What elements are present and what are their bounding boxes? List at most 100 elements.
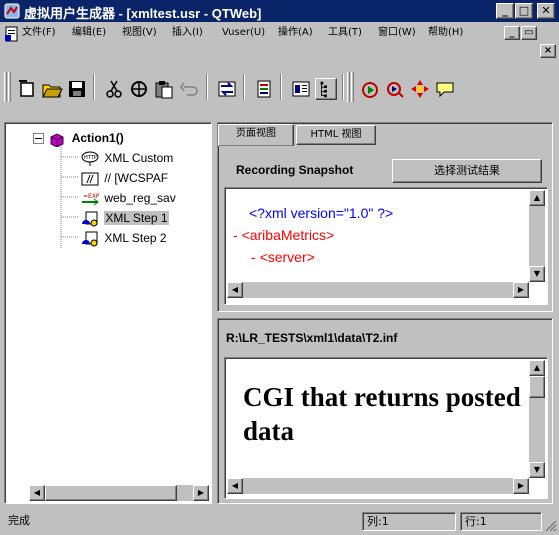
script-tree-pane[interactable]: Action1() HTTP XML Custom // [WCSPAF =EX… — [4, 122, 212, 504]
undo-icon[interactable] — [178, 78, 200, 100]
collapse-icon[interactable] — [33, 131, 45, 147]
tree-item-comment[interactable]: // [WCSPAF — [81, 169, 168, 189]
mdi-close-button[interactable]: × — [540, 44, 556, 58]
script-view-icon[interactable] — [290, 78, 312, 100]
result-view-frame: CGI that returns posted data ▲ ▼ ◀ ▶ — [224, 357, 548, 499]
tab-html-view[interactable]: HTML 视图 — [296, 125, 376, 145]
comment-step-icon — [81, 171, 101, 187]
toolbar-separator — [243, 74, 245, 100]
tree-item-xml-custom[interactable]: HTTP XML Custom — [81, 149, 173, 169]
toolbar-grip[interactable] — [351, 72, 354, 102]
paste-icon[interactable] — [153, 78, 175, 100]
tree-view-icon[interactable] — [253, 78, 275, 100]
new-script-icon[interactable] — [16, 78, 38, 100]
select-test-result-button[interactable]: 选择测试结果 — [392, 159, 542, 183]
toolbar-separator — [280, 74, 282, 100]
tree-item-xml-step-2[interactable]: XML Step 2 — [81, 229, 167, 249]
save-icon[interactable] — [66, 78, 88, 100]
tab-page-view[interactable]: 页面视图 — [218, 124, 294, 146]
tree-item-label: XML Step 2 — [104, 231, 167, 245]
tree-horizontal-scrollbar[interactable]: ◀ ▶ — [29, 485, 209, 501]
tree-item-label: web_reg_sav — [104, 191, 176, 205]
close-button[interactable]: ✕ — [537, 3, 555, 19]
scroll-up-arrow-icon[interactable]: ▲ — [529, 190, 545, 206]
snapshot-pane: 页面视图 HTML 视图 Recording Snapshot 选择测试结果 <… — [217, 122, 553, 312]
script-tree[interactable]: Action1() HTTP XML Custom // [WCSPAF =EX… — [7, 125, 209, 481]
tree-item-label: // [WCSPAF — [104, 171, 169, 185]
menu-tools[interactable]: 工具(T) — [328, 26, 362, 40]
scroll-down-arrow-icon[interactable]: ▼ — [529, 462, 545, 478]
status-row: 行:1 — [460, 512, 542, 531]
status-bar: 完成 列:1 行:1 — [0, 508, 559, 535]
menu-view[interactable]: 视图(V) — [122, 26, 157, 40]
xml-element-server: <server> — [259, 249, 315, 265]
scroll-down-arrow-icon[interactable]: ▼ — [529, 266, 545, 282]
scroll-left-arrow-icon[interactable]: ◀ — [227, 282, 243, 298]
result-horizontal-scrollbar[interactable]: ◀ ▶ — [227, 478, 529, 494]
toolbar-grip[interactable] — [8, 72, 11, 102]
toolbar-separator — [342, 74, 344, 100]
run-icon[interactable] — [359, 78, 381, 100]
resize-grip-icon[interactable] — [543, 518, 557, 532]
menu-bar: 文件(F) 编辑(E) 视图(V) 插入(I) Vuser(U) 操作(A) 工… — [0, 22, 559, 62]
thumbnail-view-icon[interactable] — [315, 78, 337, 100]
result-content-view[interactable]: CGI that returns posted data — [227, 360, 529, 478]
tree-item-xml-step-1[interactable]: XML Step 1 — [81, 209, 169, 229]
breakpoint-icon[interactable] — [409, 78, 431, 100]
xml-view[interactable]: <?xml version="1.0" ?> - <aribaMetrics> … — [227, 190, 529, 282]
xml-declaration: <?xml version="1.0" ?> — [249, 205, 394, 221]
svg-text:HTTP: HTTP — [84, 155, 97, 161]
scrollbar-thumb[interactable] — [45, 485, 177, 501]
toolbar-separator — [206, 74, 208, 100]
copy-icon[interactable] — [128, 78, 150, 100]
recording-snapshot-label: Recording Snapshot — [236, 163, 354, 177]
svg-text:=EXP: =EXP — [83, 193, 99, 200]
menu-file[interactable]: 文件(F) — [22, 26, 56, 40]
scroll-up-arrow-icon[interactable]: ▲ — [529, 360, 545, 376]
menu-actions[interactable]: 操作(A) — [278, 26, 313, 40]
title-bar[interactable]: 虚拟用户生成器 - [xmltest.usr - QTWeb] _ □ ✕ — [0, 0, 559, 22]
status-text: 完成 — [8, 514, 30, 527]
scroll-left-arrow-icon[interactable]: ◀ — [227, 478, 243, 494]
mdi-restore-button[interactable]: ▭ — [521, 26, 537, 40]
minimize-button[interactable]: _ — [496, 3, 514, 19]
xml-vertical-scrollbar[interactable]: ▲ ▼ — [529, 190, 545, 282]
scroll-right-arrow-icon[interactable]: ▶ — [513, 478, 529, 494]
tree-item-label: Action1() — [71, 131, 124, 145]
comment-icon[interactable] — [434, 78, 456, 100]
tree-item-label: XML Custom — [104, 151, 174, 165]
result-vertical-scrollbar[interactable]: ▲ ▼ — [529, 360, 545, 478]
xml-step-icon — [81, 231, 101, 247]
tree-item-web-reg-save[interactable]: =EXP web_reg_sav — [81, 189, 176, 209]
result-pane: R:\LR_TESTS\xml1\data\T2.inf CGI that re… — [217, 318, 553, 504]
maximize-button[interactable]: □ — [515, 3, 533, 19]
menu-insert[interactable]: 插入(I) — [172, 26, 203, 40]
menu-vuser[interactable]: Vuser(U) — [222, 26, 265, 40]
scrollbar-thumb[interactable] — [529, 376, 545, 398]
scroll-right-arrow-icon[interactable]: ▶ — [513, 282, 529, 298]
xml-line: - <aribaMetrics> — [227, 224, 529, 246]
toolbar — [0, 62, 559, 117]
open-folder-icon[interactable] — [41, 78, 63, 100]
tree-item-action1[interactable]: Action1() — [33, 129, 124, 149]
action-cube-icon — [48, 131, 68, 148]
collapse-toggle[interactable]: - — [251, 249, 260, 265]
collapse-toggle[interactable]: - — [233, 227, 242, 243]
mdi-minimize-button[interactable]: _ — [504, 26, 520, 40]
cut-icon[interactable] — [103, 78, 125, 100]
vugen-app-icon[interactable] — [4, 3, 20, 19]
menu-edit[interactable]: 编辑(E) — [72, 26, 106, 40]
file-path-label: R:\LR_TESTS\xml1\data\T2.inf — [226, 331, 398, 345]
xml-line: - <server> — [227, 246, 529, 268]
result-content-text: CGI that returns posted data — [243, 382, 521, 446]
document-icon[interactable] — [4, 26, 20, 42]
scroll-left-arrow-icon[interactable]: ◀ — [29, 485, 45, 501]
xml-horizontal-scrollbar[interactable]: ◀ ▶ — [227, 282, 529, 298]
toolbar-grip[interactable] — [4, 72, 7, 102]
menu-window[interactable]: 窗口(W) — [378, 26, 416, 40]
toolbar-grip[interactable] — [347, 72, 350, 102]
scroll-right-arrow-icon[interactable]: ▶ — [193, 485, 209, 501]
menu-help[interactable]: 帮助(H) — [428, 26, 463, 40]
step-icon[interactable] — [384, 78, 406, 100]
compile-icon[interactable] — [216, 78, 238, 100]
